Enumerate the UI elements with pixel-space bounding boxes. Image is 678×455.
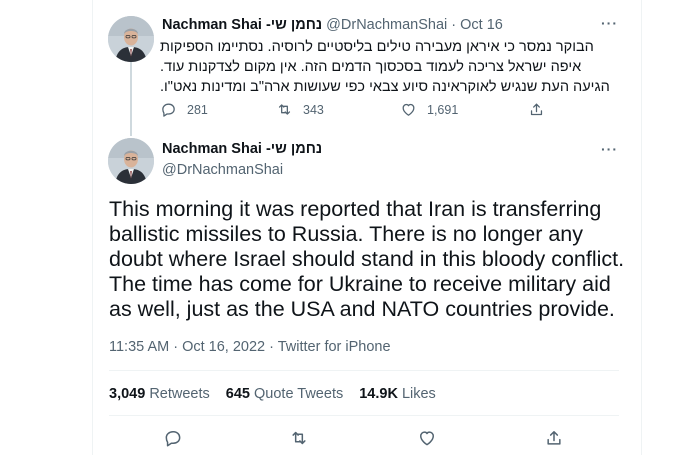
- share-button[interactable]: [528, 101, 555, 118]
- tweet-text-line: הבוקר נמסר כי איראן מעבירה טילים בליסטיי…: [160, 39, 594, 55]
- reply-tweet-actions: 281 343 1,691: [160, 101, 560, 121]
- more-options-icon[interactable]: ···: [601, 141, 618, 157]
- tweet-text-line: הגיעה העת שנגיש לאוקראינה סיוע צבאי כפי …: [160, 79, 610, 95]
- quote-tweets-label: Quote Tweets: [254, 386, 344, 402]
- tweet-text-line: doubt where Israel should stand in this …: [109, 247, 625, 271]
- retweet-count: 343: [303, 102, 324, 117]
- quote-tweets-count: 645: [225, 386, 250, 402]
- avatar[interactable]: [108, 16, 154, 62]
- user-handle[interactable]: @DrNachmanShai: [326, 17, 447, 33]
- likes-label: Likes: [401, 386, 436, 402]
- avatar[interactable]: [108, 138, 154, 184]
- share-button[interactable]: [544, 428, 564, 448]
- retweet-button[interactable]: 343: [276, 101, 324, 118]
- reply-icon: [162, 103, 175, 117]
- tweet-text-line: ballistic missiles to Russia. There is n…: [109, 222, 583, 246]
- quote-tweets-stat[interactable]: 645 Quote Tweets: [226, 386, 343, 402]
- display-name[interactable]: Nachman Shai -נחמן שי: [162, 141, 322, 157]
- tweet-stats: 3,049 Retweets 645 Quote Tweets 14.9K Li…: [109, 386, 452, 402]
- separator-dot: ·: [451, 17, 457, 33]
- retweets-count: 3,049: [109, 386, 146, 402]
- main-tweet-text: This morning it was reported that Iran i…: [109, 197, 629, 322]
- main-tweet-name: Nachman Shai -נחמן שי: [162, 141, 322, 157]
- user-handle[interactable]: @DrNachmanShai: [162, 162, 283, 178]
- retweet-button[interactable]: [289, 428, 309, 448]
- reply-button[interactable]: 281: [160, 101, 208, 118]
- likes-stat[interactable]: 14.9K Likes: [359, 386, 436, 402]
- tweet-text-line: The time has come for Ukraine to receive…: [109, 272, 611, 296]
- display-name[interactable]: Nachman Shai -נחמן שי: [162, 17, 322, 33]
- like-button[interactable]: [417, 428, 437, 448]
- retweet-icon: [292, 431, 306, 445]
- main-tweet-handle-row: @DrNachmanShai: [162, 162, 283, 178]
- main-tweet-actions: [109, 428, 619, 452]
- heart-icon: [420, 431, 434, 446]
- likes-count: 14.9K: [359, 386, 398, 402]
- heart-icon: [402, 103, 415, 116]
- reply-tweet-text: הבוקר נמסר כי איראן מעבירה טילים בליסטיי…: [160, 37, 618, 97]
- retweets-stat[interactable]: 3,049 Retweets: [109, 386, 210, 402]
- thread-connector-line: [130, 62, 132, 136]
- avatar-portrait-icon: [108, 138, 154, 184]
- divider: [109, 415, 619, 416]
- tweet-timestamp[interactable]: 11:35 AM · Oct 16, 2022 · Twitter for iP…: [109, 339, 391, 355]
- reply-button[interactable]: [163, 428, 183, 448]
- reply-count: 281: [187, 102, 208, 117]
- tweet-text-line: איפה ישראל צריכה לעמוד בסכסוך הדמים הזה.…: [160, 59, 582, 75]
- tweet-date[interactable]: Oct 16: [460, 17, 503, 33]
- divider: [109, 370, 619, 371]
- more-options-icon[interactable]: ···: [601, 15, 618, 31]
- tweet-text-line: as well, just as the USA and NATO countr…: [109, 297, 615, 321]
- avatar-portrait-icon: [108, 16, 154, 62]
- retweet-icon: [278, 104, 291, 115]
- retweets-label: Retweets: [149, 386, 210, 402]
- share-icon: [530, 103, 543, 116]
- reply-tweet-header: Nachman Shai -נחמן שי @DrNachmanShai · O…: [162, 17, 503, 33]
- share-icon: [547, 431, 561, 445]
- like-count: 1,691: [427, 102, 459, 117]
- tweet-text-line: This morning it was reported that Iran i…: [109, 197, 602, 221]
- like-button[interactable]: 1,691: [400, 101, 458, 118]
- reply-icon: [165, 431, 181, 447]
